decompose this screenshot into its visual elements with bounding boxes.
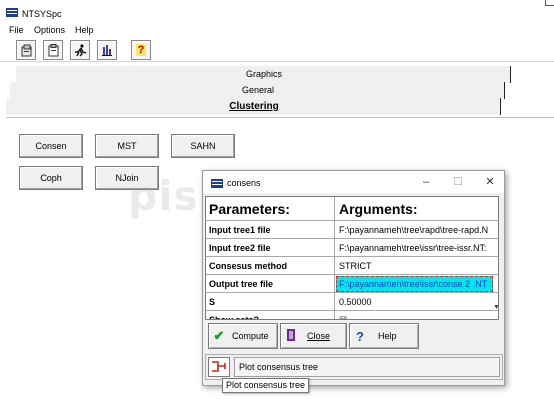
help-button[interactable]: ? (131, 40, 151, 60)
chart-button[interactable] (97, 40, 117, 60)
parameters-header: Parameters: (206, 197, 335, 221)
param-row-selected[interactable]: Output tree file F:\payannameh\tree\issr… (206, 275, 498, 293)
menu-options[interactable]: Options (34, 25, 65, 35)
param-value[interactable]: STRICT (336, 257, 498, 275)
consens-dialog: consens – ☐ ✕ Parameters: Arguments: Inp… (202, 170, 505, 386)
plot-consensus-label: Plot consensus tree (234, 357, 500, 377)
param-label: Input tree2 file (206, 239, 335, 257)
plot-tree-button[interactable] (208, 357, 230, 377)
minimize-icon[interactable]: – (417, 174, 435, 190)
open-file-button[interactable] (16, 40, 36, 60)
tab-general[interactable]: General (10, 82, 506, 99)
dialog-title: consens (227, 178, 261, 188)
tab-edge (504, 82, 506, 99)
app-icon (6, 8, 18, 17)
show-sets-checkbox[interactable]: ☒ (336, 311, 498, 319)
run-icon (75, 43, 87, 56)
param-row[interactable]: Input tree2 file F:\payannameh\tree\issr… (206, 239, 498, 257)
compute-button[interactable]: ✔ Compute (208, 323, 278, 349)
scroll-down-arrow-icon[interactable]: ▼ (493, 304, 498, 319)
tab-edge (500, 98, 502, 115)
coph-button[interactable]: Coph (19, 166, 83, 190)
param-row[interactable]: S 0.50000 (206, 293, 498, 311)
param-label: Output tree file (206, 275, 335, 293)
chart-icon (102, 44, 112, 56)
help-question-icon: ? (135, 44, 147, 56)
app-title: NTSYSpc (22, 9, 62, 19)
app-titlebar: NTSYSpc (0, 0, 554, 22)
arguments-header: Arguments: (339, 201, 418, 217)
sahn-button[interactable]: SAHN (171, 134, 235, 158)
param-label: Show sets? (206, 311, 335, 319)
toolbar: ? (0, 38, 554, 62)
maximize-icon[interactable]: ☐ (449, 174, 467, 190)
param-value[interactable]: F:\payannameh\tree\issr\tree-issr.NT: (336, 239, 498, 257)
tab-edge (510, 66, 512, 83)
param-row[interactable]: Input tree1 file F:\payannameh\tree\rapd… (206, 221, 498, 239)
param-label: S (206, 293, 335, 311)
output-file-input[interactable]: F:\payannameh\tree\issr\conse 2 .NT (336, 276, 493, 292)
help-dialog-button[interactable]: ? Help (349, 323, 419, 349)
tree-plot-icon (212, 361, 226, 372)
checkmark-icon: ✔ (213, 328, 225, 343)
menu-file[interactable]: File (9, 25, 24, 35)
menu-bar: File Options Help (0, 24, 554, 38)
njoin-button[interactable]: NJoin (95, 166, 159, 190)
param-row[interactable]: Show sets? ☒ (206, 311, 498, 319)
open-file-icon (21, 44, 31, 56)
plot-tooltip: Plot consensus tree (222, 378, 310, 393)
consen-button[interactable]: Consen (19, 134, 83, 158)
dialog-titlebar: consens – ☐ ✕ (203, 171, 504, 193)
grid-header: Parameters: Arguments: (206, 197, 498, 221)
param-value[interactable]: 0.50000 (336, 293, 498, 311)
param-row[interactable]: Consesus method STRICT (206, 257, 498, 275)
tab-graphics[interactable]: Graphics (16, 66, 512, 83)
parameters-grid: Parameters: Arguments: Input tree1 file … (205, 196, 499, 320)
question-mark-icon: ? (356, 328, 364, 344)
clipboard-icon (48, 43, 58, 56)
param-label: Input tree1 file (206, 221, 335, 239)
close-button[interactable]: Close (280, 323, 347, 349)
dialog-app-icon (211, 179, 223, 188)
close-icon[interactable]: ✕ (481, 174, 499, 190)
door-exit-icon (281, 328, 301, 345)
mst-button[interactable]: MST (95, 134, 159, 158)
run-button[interactable] (70, 40, 90, 60)
menu-help[interactable]: Help (75, 25, 94, 35)
param-label: Consesus method (206, 257, 335, 275)
window-corner (545, 0, 554, 6)
clipboard-button[interactable] (43, 40, 63, 60)
param-value[interactable]: F:\payannameh\tree\rapd\tree-rapd.N (336, 221, 498, 239)
plot-row: Plot consensus tree (205, 354, 503, 380)
tab-clustering[interactable]: Clustering (6, 98, 502, 115)
